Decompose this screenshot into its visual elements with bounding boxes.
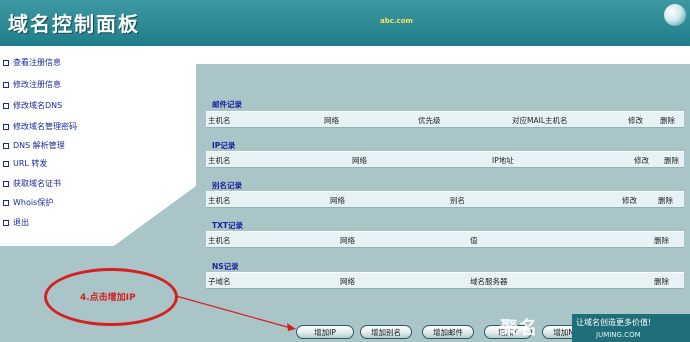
watermark-logo-text: 聚名 [500,318,538,339]
add-ip-button[interactable]: 增加IP [296,325,354,339]
watermark-slogan: 让域名创造更多价值! [576,318,652,327]
add-alias-button[interactable]: 增加别名 [360,325,412,339]
annotation-arrow [175,295,296,331]
add-mail-button[interactable]: 增加邮件 [422,325,474,339]
watermark-banner: 让域名创造更多价值! JUMING.COM [572,314,690,342]
watermark-site: JUMING.COM [596,331,641,339]
